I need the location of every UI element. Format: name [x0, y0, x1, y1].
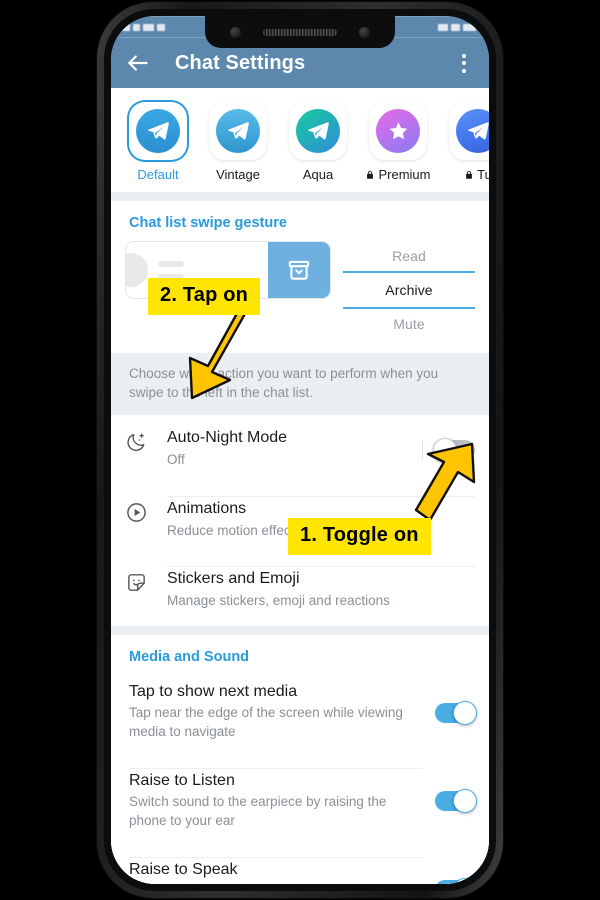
- row-subtitle: Off: [167, 452, 185, 468]
- status-icon-3: [143, 23, 154, 31]
- proximity-sensor-icon: [359, 26, 370, 38]
- toggle-knob: [453, 789, 477, 814]
- row-title: Stickers and Emoji: [167, 570, 300, 588]
- row-raise-to-speak[interactable]: Raise to Speak Record voice messages by …: [111, 845, 489, 884]
- swipe-option-archive[interactable]: Archive: [343, 271, 475, 309]
- theme-label: Vintage: [203, 167, 273, 182]
- telegram-logo-icon: [136, 109, 180, 153]
- status-icon-4: [157, 23, 165, 31]
- swipe-option-mute[interactable]: Mute: [343, 309, 475, 339]
- raise-to-listen-toggle[interactable]: [435, 789, 477, 814]
- raise-to-speak-toggle[interactable]: [435, 878, 477, 884]
- telegram-logo-icon: [216, 109, 260, 153]
- theme-picker-card: Default Vintage Aqua Premium Tu: [111, 88, 489, 192]
- sticker-face-icon: [125, 566, 167, 594]
- swipe-gesture-card: Chat list swipe gesture Read Archive Mut…: [111, 201, 489, 353]
- status-bar-right: [438, 23, 479, 31]
- status-bar-left: [121, 23, 168, 31]
- signal-icon: [451, 23, 460, 31]
- telegram-logo-icon: [296, 109, 340, 153]
- theme-label-text: Aqua: [302, 167, 334, 182]
- row-body: Tap to show next media Tap near the edge…: [129, 680, 423, 746]
- theme-label: Premium: [363, 167, 433, 182]
- theme-label: Default: [123, 167, 193, 182]
- swipe-section-title: Chat list swipe gesture: [111, 201, 489, 235]
- row-subtitle: Record voice messages by raising the pho…: [129, 882, 415, 884]
- swipe-action-chip[interactable]: [268, 242, 330, 298]
- kebab-menu-icon[interactable]: [453, 53, 475, 73]
- theme-label: Aqua: [283, 167, 353, 182]
- swipe-options-list[interactable]: Read Archive Mute: [343, 241, 475, 339]
- row-title: Auto-Night Mode: [167, 429, 288, 447]
- theme-label-text: Premium: [378, 167, 431, 182]
- row-stickers-and-emoji[interactable]: Stickers and Emoji Manage stickers, emoj…: [111, 555, 489, 626]
- lock-icon: [365, 169, 375, 181]
- annotation-arrow-tap-on: [186, 300, 256, 405]
- theme-label: Tu: [443, 167, 489, 182]
- theme-item-vintage[interactable]: Vintage: [203, 102, 273, 182]
- screenshot-stage: Chat Settings Default Vintage Aqua Premi…: [0, 0, 600, 900]
- annotation-callout-toggle-on: 1. Toggle on: [288, 518, 431, 555]
- section-gap: [111, 192, 489, 201]
- row-tap-to-show-next-media[interactable]: Tap to show next media Tap near the edge…: [111, 668, 489, 757]
- preview-line-1: [158, 260, 184, 267]
- row-body: Auto-Night Mode Off: [167, 426, 410, 473]
- media-and-sound-card: Media and Sound Tap to show next media T…: [111, 634, 489, 884]
- battery-icon: [463, 23, 476, 31]
- wifi-icon: [438, 23, 448, 31]
- theme-tile: [369, 102, 427, 160]
- theme-item-aqua[interactable]: Aqua: [283, 102, 353, 182]
- theme-item-default[interactable]: Default: [123, 102, 193, 182]
- front-camera-icon: [230, 26, 241, 38]
- row-title: Tap to show next media: [129, 682, 298, 700]
- theme-label-text: Default: [137, 167, 179, 182]
- annotation-callout-tap-on: 2. Tap on: [148, 278, 261, 315]
- theme-tile: [289, 102, 347, 160]
- row-body: Raise to Speak Record voice messages by …: [129, 856, 423, 884]
- premium-star-icon: [376, 109, 420, 153]
- row-tail: [423, 878, 477, 884]
- row-body: Stickers and Emoji Manage stickers, emoj…: [167, 566, 475, 614]
- row-tail: [423, 789, 477, 814]
- status-icon-2: [133, 23, 140, 31]
- row-title: Raise to Listen: [129, 771, 235, 789]
- theme-label-text: Vintage: [216, 167, 260, 182]
- theme-tile: [449, 102, 489, 160]
- row-subtitle: Switch sound to the earpiece by raising …: [129, 794, 387, 829]
- back-arrow-icon[interactable]: [125, 50, 151, 76]
- media-section-title: Media and Sound: [111, 634, 489, 669]
- archive-box-icon: [286, 257, 312, 283]
- lock-icon: [464, 169, 474, 181]
- status-icon-1: [121, 23, 130, 31]
- row-subtitle: Manage stickers, emoji and reactions: [167, 592, 390, 608]
- row-title: Raise to Speak: [129, 860, 238, 878]
- tap-to-show-next-media-toggle[interactable]: [435, 700, 477, 725]
- theme-picker-row[interactable]: Default Vintage Aqua Premium Tu: [111, 88, 489, 192]
- toggle-knob: [453, 700, 477, 725]
- row-raise-to-listen[interactable]: Raise to Listen Switch sound to the earp…: [111, 756, 489, 846]
- row-body: Raise to Listen Switch sound to the earp…: [129, 767, 423, 835]
- theme-tile: [209, 102, 267, 160]
- swipe-option-read[interactable]: Read: [343, 241, 475, 271]
- theme-tile: [129, 102, 187, 160]
- theme-label-text: Tu: [477, 167, 489, 182]
- row-tail: [423, 700, 477, 725]
- telegram-logo-icon: [456, 109, 489, 153]
- page-title: Chat Settings: [175, 51, 306, 74]
- play-circle-icon: [125, 496, 167, 524]
- swipe-gesture-hint: Choose which action you want to perform …: [111, 353, 489, 416]
- preview-avatar: [126, 253, 148, 287]
- earpiece-speaker-icon: [263, 28, 337, 36]
- moon-icon: [125, 426, 167, 454]
- preview-text-lines: [158, 260, 184, 280]
- theme-item-turbo[interactable]: Tu: [443, 102, 489, 182]
- theme-item-premium[interactable]: Premium: [363, 102, 433, 182]
- row-subtitle: Tap near the edge of the screen while vi…: [129, 705, 403, 739]
- section-gap: [111, 625, 489, 635]
- phone-notch: [205, 16, 395, 48]
